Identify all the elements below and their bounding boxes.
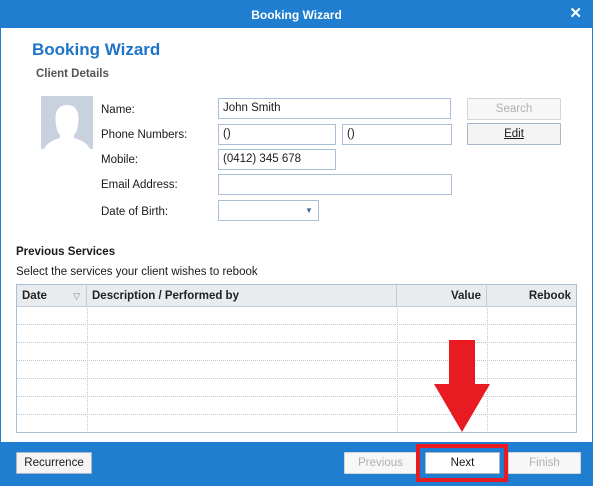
section-client-details: Client Details bbox=[36, 68, 109, 80]
mobile-field[interactable]: (0412) 345 678 bbox=[218, 149, 336, 170]
email-address-label: Email Address: bbox=[101, 179, 178, 191]
name-label: Name: bbox=[101, 104, 135, 116]
red-down-arrow-icon bbox=[434, 340, 490, 432]
window-title: Booking Wizard bbox=[251, 8, 342, 22]
recurrence-button[interactable]: Recurrence bbox=[16, 452, 92, 474]
edit-button-label: Edit bbox=[504, 128, 524, 140]
sort-triangle-icon[interactable]: ▽ bbox=[73, 285, 80, 307]
mobile-label: Mobile: bbox=[101, 154, 139, 166]
column-header-date[interactable]: Date ▽ bbox=[17, 285, 87, 307]
table-row[interactable] bbox=[17, 362, 576, 379]
title-bar: Booking Wizard ✕ bbox=[1, 1, 592, 28]
edit-button[interactable]: Edit bbox=[467, 123, 561, 145]
table-row[interactable] bbox=[17, 326, 576, 343]
search-button[interactable]: Search bbox=[467, 98, 561, 120]
booking-wizard-window: Booking Wizard ✕ Booking Wizard Client D… bbox=[0, 0, 593, 486]
page-title: Booking Wizard bbox=[32, 40, 161, 59]
services-table[interactable]: Date ▽ Description / Performed by Value … bbox=[16, 284, 577, 433]
email-field[interactable] bbox=[218, 174, 452, 195]
table-header: Date ▽ Description / Performed by Value … bbox=[17, 285, 576, 307]
column-header-value[interactable]: Value bbox=[397, 285, 487, 307]
close-icon[interactable]: ✕ bbox=[569, 5, 582, 23]
table-row[interactable] bbox=[17, 416, 576, 432]
column-header-date-label: Date bbox=[22, 290, 47, 302]
finish-button[interactable]: Finish bbox=[508, 452, 581, 474]
table-row[interactable] bbox=[17, 344, 576, 361]
phone-field-1[interactable]: () bbox=[218, 124, 336, 145]
table-row[interactable] bbox=[17, 398, 576, 415]
previous-services-subtitle: Select the services your client wishes t… bbox=[16, 266, 258, 278]
date-of-birth-label: Date of Birth: bbox=[101, 206, 169, 218]
person-silhouette-icon bbox=[41, 96, 93, 149]
column-header-description[interactable]: Description / Performed by bbox=[87, 285, 397, 307]
table-row[interactable] bbox=[17, 380, 576, 397]
phone-field-2[interactable]: () bbox=[342, 124, 452, 145]
previous-button[interactable]: Previous bbox=[344, 452, 417, 474]
chevron-down-icon[interactable]: ▼ bbox=[302, 203, 316, 218]
date-of-birth-dropdown[interactable]: ▼ bbox=[218, 200, 319, 221]
next-button-highlight bbox=[416, 444, 508, 482]
column-header-rebook[interactable]: Rebook bbox=[487, 285, 576, 307]
previous-services-title: Previous Services bbox=[16, 246, 116, 258]
phone-numbers-label: Phone Numbers: bbox=[101, 129, 188, 141]
name-field[interactable]: John Smith bbox=[218, 98, 451, 119]
table-row[interactable] bbox=[17, 308, 576, 325]
